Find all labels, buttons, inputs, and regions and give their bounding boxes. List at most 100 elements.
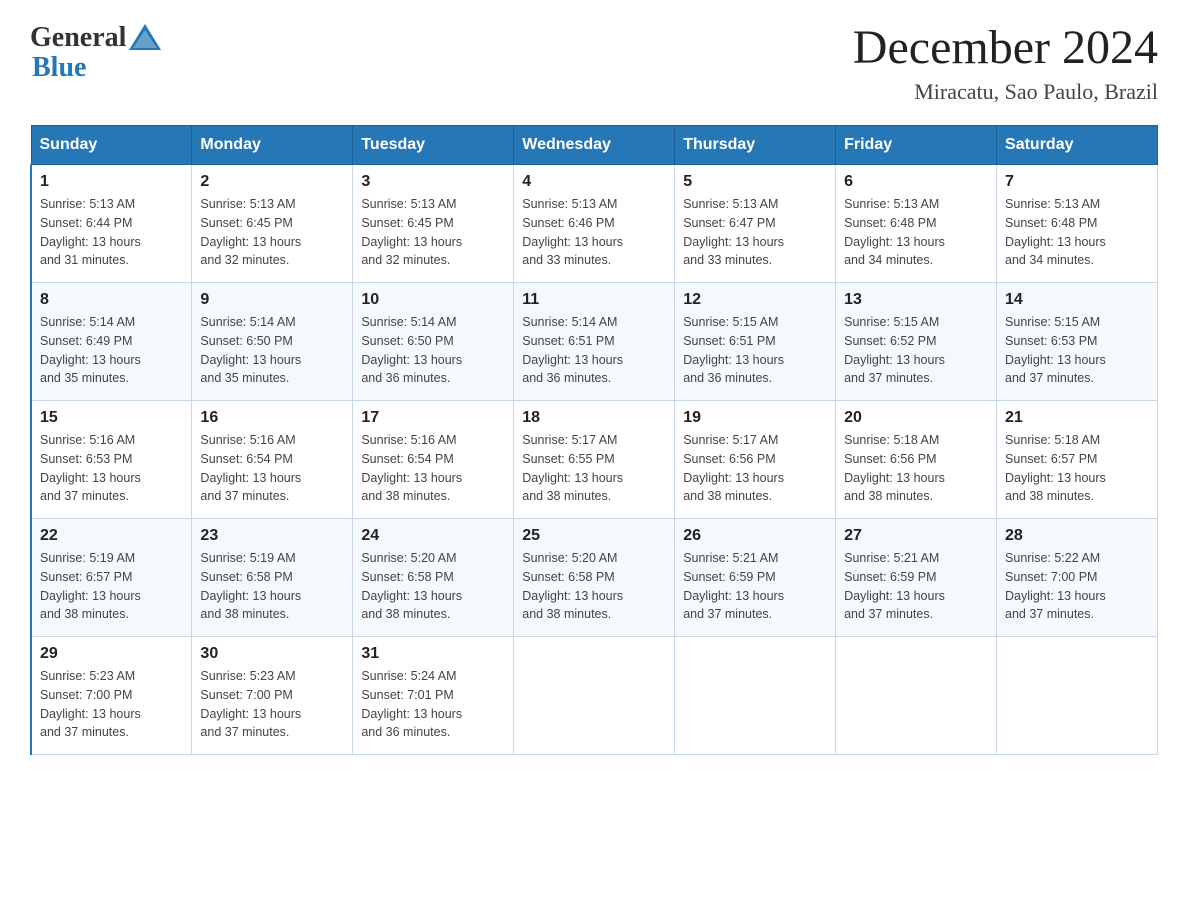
day-number: 26 [683,527,827,545]
day-number: 6 [844,173,988,191]
day-number: 30 [200,645,344,663]
day-number: 21 [1005,409,1149,427]
calendar-cell: 20 Sunrise: 5:18 AMSunset: 6:56 PMDaylig… [836,401,997,519]
header-wednesday: Wednesday [514,126,675,165]
day-info: Sunrise: 5:19 AMSunset: 6:58 PMDaylight:… [200,551,301,621]
day-number: 9 [200,291,344,309]
calendar-week-5: 29 Sunrise: 5:23 AMSunset: 7:00 PMDaylig… [31,637,1158,755]
calendar-table: SundayMondayTuesdayWednesdayThursdayFrid… [30,125,1158,755]
header-friday: Friday [836,126,997,165]
day-info: Sunrise: 5:20 AMSunset: 6:58 PMDaylight:… [522,551,623,621]
calendar-cell: 18 Sunrise: 5:17 AMSunset: 6:55 PMDaylig… [514,401,675,519]
day-info: Sunrise: 5:21 AMSunset: 6:59 PMDaylight:… [683,551,784,621]
day-number: 14 [1005,291,1149,309]
day-number: 31 [361,645,505,663]
calendar-cell: 27 Sunrise: 5:21 AMSunset: 6:59 PMDaylig… [836,519,997,637]
calendar-cell: 28 Sunrise: 5:22 AMSunset: 7:00 PMDaylig… [997,519,1158,637]
day-number: 13 [844,291,988,309]
day-number: 12 [683,291,827,309]
calendar-cell: 21 Sunrise: 5:18 AMSunset: 6:57 PMDaylig… [997,401,1158,519]
day-number: 10 [361,291,505,309]
day-info: Sunrise: 5:23 AMSunset: 7:00 PMDaylight:… [40,669,141,739]
day-info: Sunrise: 5:14 AMSunset: 6:50 PMDaylight:… [200,315,301,385]
day-number: 23 [200,527,344,545]
title-section: December 2024 Miracatu, Sao Paulo, Brazi… [853,20,1158,105]
day-number: 2 [200,173,344,191]
day-info: Sunrise: 5:14 AMSunset: 6:51 PMDaylight:… [522,315,623,385]
day-info: Sunrise: 5:16 AMSunset: 6:53 PMDaylight:… [40,433,141,503]
calendar-cell: 14 Sunrise: 5:15 AMSunset: 6:53 PMDaylig… [997,283,1158,401]
day-number: 5 [683,173,827,191]
calendar-cell: 10 Sunrise: 5:14 AMSunset: 6:50 PMDaylig… [353,283,514,401]
calendar-week-3: 15 Sunrise: 5:16 AMSunset: 6:53 PMDaylig… [31,401,1158,519]
calendar-cell: 15 Sunrise: 5:16 AMSunset: 6:53 PMDaylig… [31,401,192,519]
day-info: Sunrise: 5:19 AMSunset: 6:57 PMDaylight:… [40,551,141,621]
calendar-cell: 7 Sunrise: 5:13 AMSunset: 6:48 PMDayligh… [997,165,1158,283]
calendar-cell [997,637,1158,755]
day-info: Sunrise: 5:13 AMSunset: 6:46 PMDaylight:… [522,197,623,267]
day-number: 24 [361,527,505,545]
calendar-week-1: 1 Sunrise: 5:13 AMSunset: 6:44 PMDayligh… [31,165,1158,283]
day-number: 19 [683,409,827,427]
day-info: Sunrise: 5:13 AMSunset: 6:48 PMDaylight:… [1005,197,1106,267]
day-number: 16 [200,409,344,427]
logo: General Blue [30,20,164,84]
calendar-cell: 11 Sunrise: 5:14 AMSunset: 6:51 PMDaylig… [514,283,675,401]
calendar-cell: 31 Sunrise: 5:24 AMSunset: 7:01 PMDaylig… [353,637,514,755]
calendar-cell [514,637,675,755]
calendar-cell: 25 Sunrise: 5:20 AMSunset: 6:58 PMDaylig… [514,519,675,637]
calendar-cell: 19 Sunrise: 5:17 AMSunset: 6:56 PMDaylig… [675,401,836,519]
calendar-week-4: 22 Sunrise: 5:19 AMSunset: 6:57 PMDaylig… [31,519,1158,637]
day-number: 3 [361,173,505,191]
day-number: 17 [361,409,505,427]
logo-icon [127,20,163,56]
calendar-cell: 17 Sunrise: 5:16 AMSunset: 6:54 PMDaylig… [353,401,514,519]
day-number: 22 [40,527,183,545]
header-saturday: Saturday [997,126,1158,165]
day-number: 4 [522,173,666,191]
day-info: Sunrise: 5:24 AMSunset: 7:01 PMDaylight:… [361,669,462,739]
day-number: 7 [1005,173,1149,191]
day-number: 28 [1005,527,1149,545]
calendar-title: December 2024 [853,20,1158,75]
header-thursday: Thursday [675,126,836,165]
calendar-cell: 29 Sunrise: 5:23 AMSunset: 7:00 PMDaylig… [31,637,192,755]
day-info: Sunrise: 5:13 AMSunset: 6:47 PMDaylight:… [683,197,784,267]
day-info: Sunrise: 5:13 AMSunset: 6:44 PMDaylight:… [40,197,141,267]
calendar-week-2: 8 Sunrise: 5:14 AMSunset: 6:49 PMDayligh… [31,283,1158,401]
day-number: 20 [844,409,988,427]
day-info: Sunrise: 5:17 AMSunset: 6:56 PMDaylight:… [683,433,784,503]
page-header: General Blue December 2024 Miracatu, Sao… [30,20,1158,105]
header-monday: Monday [192,126,353,165]
day-info: Sunrise: 5:13 AMSunset: 6:48 PMDaylight:… [844,197,945,267]
day-number: 1 [40,173,183,191]
day-number: 27 [844,527,988,545]
logo-general-text: General [30,22,126,54]
calendar-cell: 3 Sunrise: 5:13 AMSunset: 6:45 PMDayligh… [353,165,514,283]
calendar-cell [836,637,997,755]
day-info: Sunrise: 5:22 AMSunset: 7:00 PMDaylight:… [1005,551,1106,621]
calendar-cell [675,637,836,755]
day-info: Sunrise: 5:15 AMSunset: 6:51 PMDaylight:… [683,315,784,385]
day-info: Sunrise: 5:17 AMSunset: 6:55 PMDaylight:… [522,433,623,503]
day-info: Sunrise: 5:18 AMSunset: 6:57 PMDaylight:… [1005,433,1106,503]
day-number: 15 [40,409,183,427]
day-info: Sunrise: 5:15 AMSunset: 6:52 PMDaylight:… [844,315,945,385]
calendar-cell: 16 Sunrise: 5:16 AMSunset: 6:54 PMDaylig… [192,401,353,519]
header-tuesday: Tuesday [353,126,514,165]
calendar-cell: 22 Sunrise: 5:19 AMSunset: 6:57 PMDaylig… [31,519,192,637]
day-info: Sunrise: 5:16 AMSunset: 6:54 PMDaylight:… [361,433,462,503]
day-info: Sunrise: 5:14 AMSunset: 6:50 PMDaylight:… [361,315,462,385]
calendar-cell: 23 Sunrise: 5:19 AMSunset: 6:58 PMDaylig… [192,519,353,637]
day-number: 8 [40,291,183,309]
calendar-cell: 4 Sunrise: 5:13 AMSunset: 6:46 PMDayligh… [514,165,675,283]
day-info: Sunrise: 5:23 AMSunset: 7:00 PMDaylight:… [200,669,301,739]
day-info: Sunrise: 5:13 AMSunset: 6:45 PMDaylight:… [200,197,301,267]
header-sunday: Sunday [31,126,192,165]
calendar-subtitle: Miracatu, Sao Paulo, Brazil [853,79,1158,105]
day-number: 11 [522,291,666,309]
calendar-cell: 5 Sunrise: 5:13 AMSunset: 6:47 PMDayligh… [675,165,836,283]
calendar-cell: 6 Sunrise: 5:13 AMSunset: 6:48 PMDayligh… [836,165,997,283]
day-info: Sunrise: 5:15 AMSunset: 6:53 PMDaylight:… [1005,315,1106,385]
header-row: SundayMondayTuesdayWednesdayThursdayFrid… [31,126,1158,165]
